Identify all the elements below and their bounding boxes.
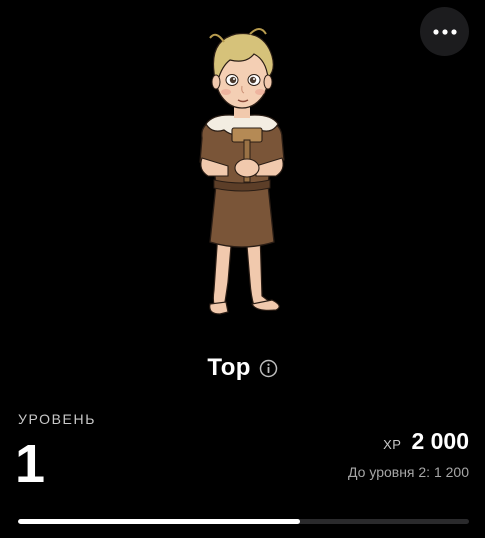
level-progress-bar bbox=[18, 519, 469, 524]
next-level-text: До уровня 2: 1 200 bbox=[348, 464, 469, 480]
level-label: УРОВЕНЬ bbox=[18, 411, 96, 427]
xp-row: XP 2 000 bbox=[383, 428, 469, 455]
level-value: 1 bbox=[15, 434, 46, 494]
xp-value: 2 000 bbox=[411, 428, 469, 454]
character-name-row: Тор bbox=[0, 354, 485, 382]
more-horizontal-icon bbox=[432, 28, 457, 35]
character-name: Тор bbox=[207, 354, 251, 381]
xp-label: XP bbox=[383, 437, 402, 452]
info-icon[interactable] bbox=[259, 359, 278, 378]
character-illustration bbox=[199, 28, 285, 315]
level-progress-fill bbox=[18, 519, 300, 524]
more-options-button[interactable] bbox=[420, 7, 469, 56]
